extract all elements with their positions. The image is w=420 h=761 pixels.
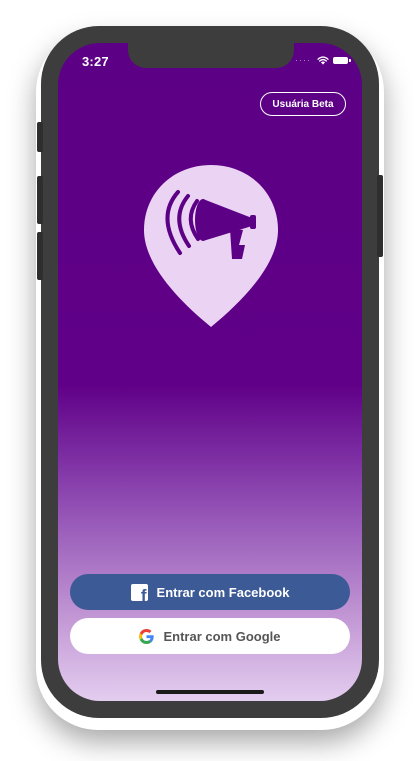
wifi-icon	[317, 55, 329, 65]
battery-icon	[333, 56, 351, 64]
notch	[128, 43, 294, 68]
signal-icon: ····	[295, 55, 311, 65]
home-indicator[interactable]	[156, 690, 264, 694]
google-login-label: Entrar com Google	[163, 628, 281, 644]
facebook-login-label: Entrar com Facebook	[156, 584, 290, 600]
app-screen: 3:27 ···· Usuária Beta f Entrar com Face…	[58, 43, 362, 701]
status-icons: ····	[295, 55, 351, 65]
facebook-icon: f	[130, 583, 148, 601]
device-mockup: 3:27 ···· Usuária Beta f Entrar com Face…	[0, 0, 420, 761]
beta-user-button[interactable]: Usuária Beta	[260, 92, 346, 116]
google-login-button[interactable]: Entrar com Google	[70, 618, 350, 654]
mute-switch	[37, 122, 43, 152]
facebook-login-button[interactable]: f Entrar com Facebook	[70, 574, 350, 610]
status-time: 3:27	[82, 54, 109, 69]
megaphone-pin-icon	[144, 165, 278, 327]
google-icon	[139, 628, 155, 644]
volume-up-button	[37, 176, 43, 224]
volume-down-button	[37, 232, 43, 280]
power-button	[377, 175, 383, 257]
